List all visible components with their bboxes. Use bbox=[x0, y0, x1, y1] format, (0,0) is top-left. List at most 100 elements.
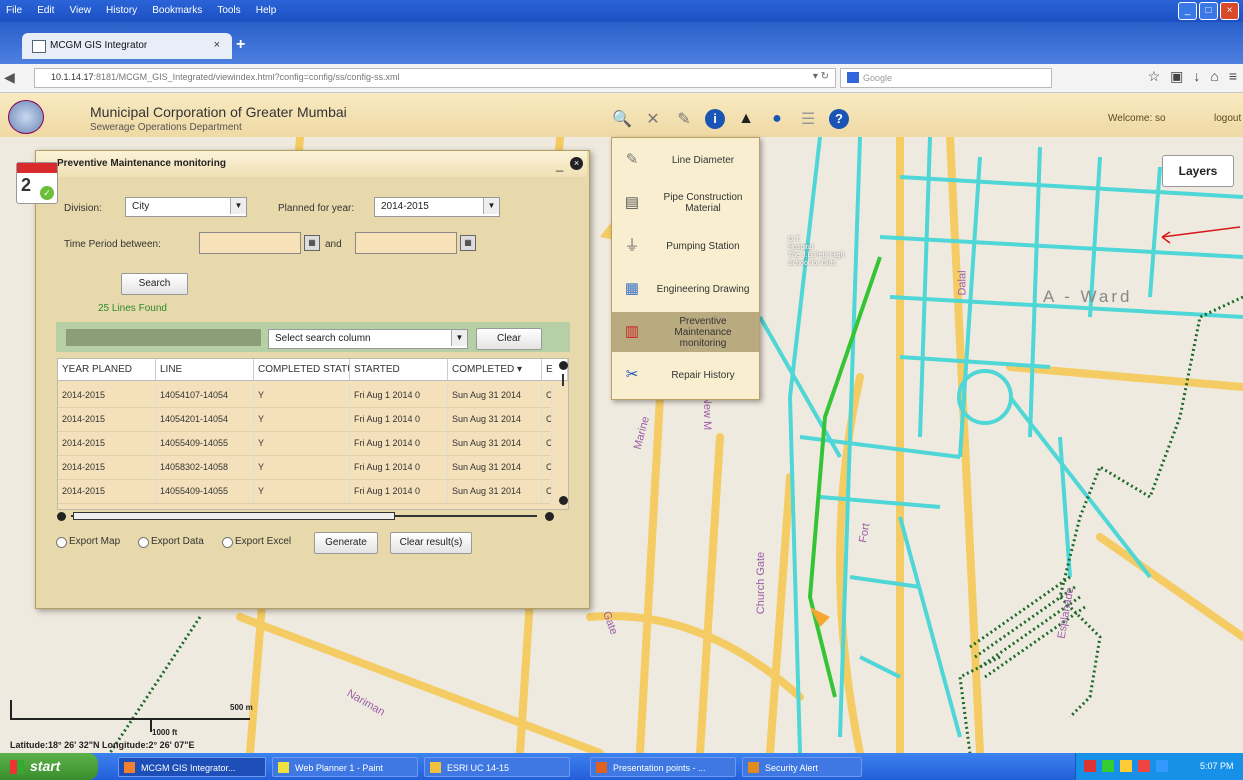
calendar-icon[interactable]: ▦ bbox=[460, 235, 476, 251]
search-column-select[interactable]: Select search column ▼ bbox=[268, 329, 468, 349]
list-icon[interactable]: ☰ bbox=[796, 107, 820, 131]
division-label: Division: bbox=[64, 203, 102, 214]
help-icon[interactable]: ? bbox=[827, 107, 851, 131]
panel-minimize-button[interactable]: _ bbox=[556, 157, 563, 172]
menu-item-pumping-station[interactable]: ⏚ Pumping Station bbox=[612, 226, 759, 266]
panel-close-button[interactable]: × bbox=[570, 157, 583, 170]
menu-bookmarks[interactable]: Bookmarks bbox=[152, 5, 202, 16]
export-map-radio[interactable] bbox=[56, 537, 67, 548]
layer-menu: ✎ Line Diameter ▤ Pipe Construction Mate… bbox=[611, 137, 760, 400]
table-cell: Sun Aug 31 2014 bbox=[448, 479, 542, 503]
taskbar-item[interactable]: Security Alert bbox=[742, 757, 862, 777]
taskbar-item[interactable]: Web Planner 1 - Paint bbox=[272, 757, 418, 777]
layers-button[interactable]: Layers bbox=[1162, 155, 1234, 187]
calendar-icon[interactable]: ▦ bbox=[304, 235, 320, 251]
horizontal-scrollbar[interactable] bbox=[57, 511, 559, 521]
google-icon bbox=[847, 72, 859, 83]
table-cell: 14055409-14055 bbox=[156, 431, 254, 455]
menu-item-line-diameter[interactable]: ✎ Line Diameter bbox=[612, 140, 759, 180]
tray-app-icon[interactable] bbox=[1156, 760, 1168, 772]
scroll-down-icon[interactable] bbox=[559, 496, 568, 505]
table-cell: Fri Aug 1 2014 0 bbox=[350, 407, 448, 431]
back-arrow-icon[interactable]: ◀ bbox=[4, 69, 15, 86]
menu-item-preventive-maintenance[interactable]: ▥ Preventive Maintenance monitoring bbox=[612, 312, 759, 352]
tray-volume-icon[interactable] bbox=[1120, 760, 1132, 772]
menu-view[interactable]: View bbox=[69, 5, 91, 16]
menu-tools[interactable]: Tools bbox=[217, 5, 240, 16]
menu-file[interactable]: File bbox=[6, 5, 22, 16]
scroll-right-icon[interactable] bbox=[545, 512, 554, 521]
table-row[interactable]: 2014-2015 14054201-14054 Y Fri Aug 1 201… bbox=[58, 407, 552, 432]
menu-item-engineering-drawing[interactable]: ▦ Engineering Drawing bbox=[612, 269, 759, 309]
search-button[interactable]: Search bbox=[121, 273, 188, 295]
table-row[interactable]: 2014-2015 14058302-14058 Y Fri Aug 1 201… bbox=[58, 455, 552, 480]
windows-flag-icon bbox=[10, 760, 24, 775]
column-header[interactable]: YEAR PLANED bbox=[58, 359, 156, 381]
menu-help[interactable]: Help bbox=[256, 5, 277, 16]
calendar-icon: ▥ bbox=[624, 323, 640, 340]
vertical-scrollbar[interactable] bbox=[562, 374, 564, 386]
search-bar[interactable]: Google bbox=[840, 68, 1052, 88]
maximize-window-button[interactable]: □ bbox=[1199, 2, 1218, 20]
start-date-field[interactable] bbox=[199, 232, 301, 254]
table-cell: Sun Aug 31 2014 bbox=[448, 383, 542, 407]
edit-icon[interactable]: ✎ bbox=[672, 107, 696, 131]
column-header[interactable]: LINE bbox=[156, 359, 254, 381]
scroll-up-icon[interactable] bbox=[559, 361, 568, 370]
scrollbar-thumb[interactable] bbox=[73, 512, 395, 520]
home-icon[interactable]: ⌂ bbox=[1210, 68, 1218, 84]
reload-icon[interactable]: ▾ ↻ bbox=[813, 71, 829, 82]
window-controls: _ □ × bbox=[1176, 2, 1239, 20]
clipboard-icon[interactable]: ▣ bbox=[1170, 68, 1183, 84]
export-excel-radio[interactable] bbox=[222, 537, 233, 548]
table-cell: Sun Aug 31 2014 bbox=[448, 455, 542, 479]
menu-item-pipe-construction-material[interactable]: ▤ Pipe Construction Material bbox=[612, 183, 759, 223]
north-arrow-icon[interactable]: ▲ bbox=[734, 107, 758, 131]
clear-button[interactable]: Clear bbox=[476, 328, 542, 350]
menu-edit[interactable]: Edit bbox=[37, 5, 54, 16]
magnify-icon[interactable]: 🔍 bbox=[610, 107, 634, 131]
table-cell: Y bbox=[254, 455, 350, 479]
menu-history[interactable]: History bbox=[106, 5, 137, 16]
column-header[interactable]: COMPLETED ▾ bbox=[448, 359, 542, 381]
end-date-field[interactable] bbox=[355, 232, 457, 254]
pumping-station-icon: ⏚ bbox=[624, 237, 640, 254]
menu-icon[interactable]: ≡ bbox=[1229, 68, 1237, 84]
clock: 5:07 PM bbox=[1200, 761, 1234, 771]
table-row[interactable]: 2014-2015 14055409-14055 Y Fri Aug 1 201… bbox=[58, 431, 552, 456]
calendar-badge-icon: 2 ✓ bbox=[16, 162, 58, 204]
taskbar-item[interactable]: ESRI UC 14-15 bbox=[424, 757, 570, 777]
address-bar[interactable]: 10.1.14.17:8181/MCGM_GIS_Integrated/view… bbox=[34, 68, 836, 88]
table-cell: 2014-2015 bbox=[58, 431, 156, 455]
column-header[interactable]: COMPLETED STATUS bbox=[254, 359, 350, 381]
tools-icon[interactable]: ✕ bbox=[641, 107, 665, 131]
info-icon[interactable]: i bbox=[703, 107, 727, 131]
minimize-window-button[interactable]: _ bbox=[1178, 2, 1197, 20]
new-tab-button[interactable]: + bbox=[236, 36, 245, 54]
generate-button[interactable]: Generate bbox=[314, 532, 378, 554]
scroll-left-icon[interactable] bbox=[57, 512, 66, 521]
download-icon[interactable]: ↓ bbox=[1193, 68, 1200, 84]
bookmark-star-icon[interactable]: ☆ bbox=[1148, 68, 1161, 84]
division-select[interactable]: City ▼ bbox=[125, 197, 247, 217]
menu-item-repair-history[interactable]: ✂ Repair History bbox=[612, 355, 759, 395]
clear-results-button[interactable]: Clear result(s) bbox=[390, 532, 472, 554]
logout-link[interactable]: logout bbox=[1214, 113, 1241, 124]
column-header[interactable]: STARTED bbox=[350, 359, 448, 381]
taskbar-item[interactable]: MCGM GIS Integrator... bbox=[118, 757, 266, 777]
tab-close-icon[interactable]: × bbox=[214, 39, 220, 51]
tray-security-icon[interactable] bbox=[1084, 760, 1096, 772]
tray-network-icon[interactable] bbox=[1102, 760, 1114, 772]
globe-icon[interactable]: ● bbox=[765, 107, 789, 131]
start-button[interactable]: start bbox=[0, 753, 98, 780]
taskbar-item[interactable]: Presentation points - ... bbox=[590, 757, 736, 777]
export-data-radio[interactable] bbox=[138, 537, 149, 548]
menu-item-label: Line Diameter bbox=[671, 154, 735, 166]
close-window-button[interactable]: × bbox=[1220, 2, 1239, 20]
browser-tab[interactable]: MCGM GIS Integrator × bbox=[22, 33, 232, 59]
table-row[interactable]: 2014-2015 14054107-14054 Y Fri Aug 1 201… bbox=[58, 383, 552, 408]
search-text-field[interactable] bbox=[66, 329, 261, 346]
tray-antivirus-icon[interactable] bbox=[1138, 760, 1150, 772]
year-select[interactable]: 2014-2015 ▼ bbox=[374, 197, 500, 217]
table-row[interactable]: 2014-2015 14055409-14055 Y Fri Aug 1 201… bbox=[58, 479, 552, 504]
